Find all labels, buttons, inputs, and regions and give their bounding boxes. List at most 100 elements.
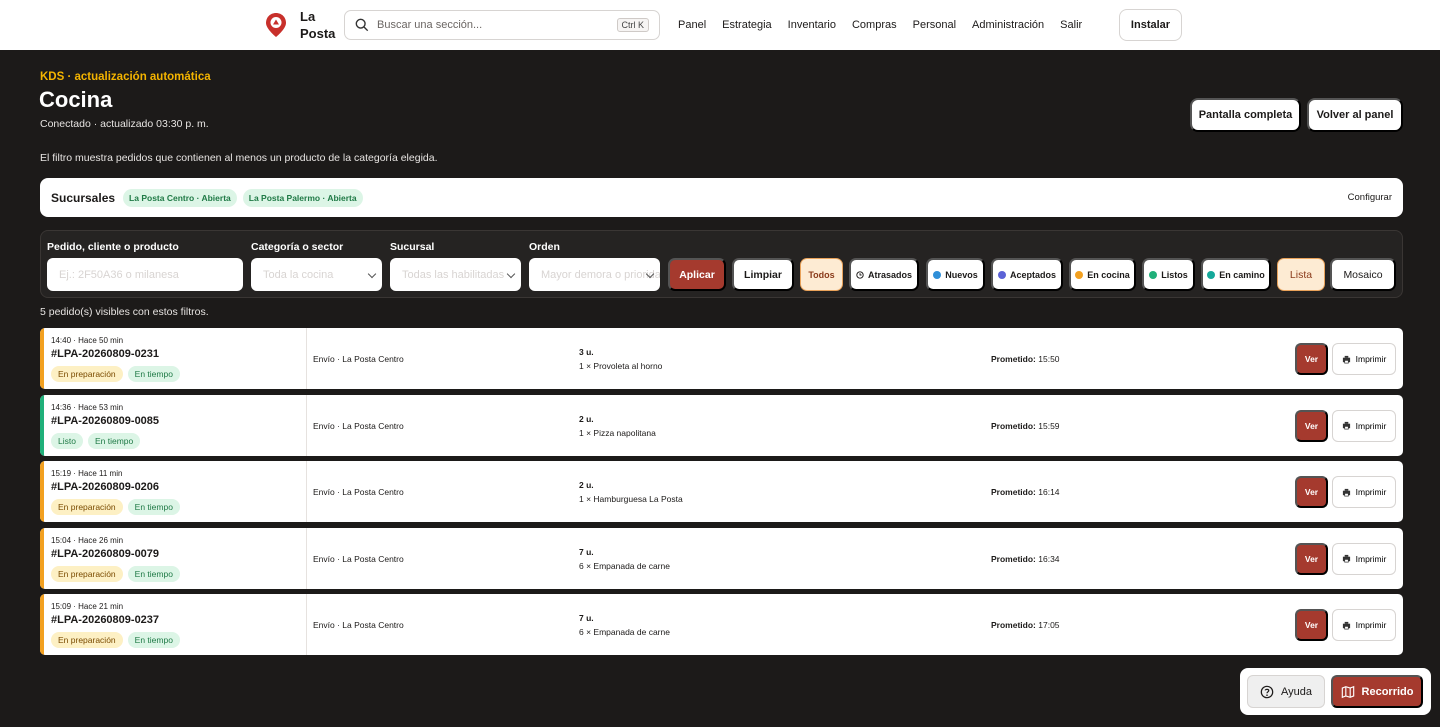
order-promised: Prometido: 16:14 — [991, 487, 1060, 497]
order-view-button[interactable]: Ver — [1295, 343, 1328, 375]
tour-button[interactable]: Recorrido — [1331, 675, 1423, 708]
chip-en-camino-label: En camino — [1219, 269, 1265, 280]
order-view-button[interactable]: Ver — [1295, 542, 1328, 575]
search-placeholder: Buscar una sección... — [377, 19, 483, 31]
order-print-label: Imprimir — [1355, 620, 1387, 630]
chip-todos[interactable]: Todos — [800, 258, 843, 291]
filters-panel: Pedido, cliente o producto Ej.: 2F50A36 … — [40, 230, 1403, 298]
chip-listos[interactable]: Listos — [1142, 258, 1195, 291]
branch-select[interactable]: Todas las habilitadas — [390, 258, 521, 291]
chip-nuevos[interactable]: Nuevos — [926, 258, 985, 291]
back-to-panel-button[interactable]: Volver al panel — [1307, 98, 1403, 132]
printer-icon — [1342, 621, 1350, 629]
order-status-badge: En preparación — [51, 632, 123, 648]
order-promised-label: Prometido: — [991, 354, 1036, 364]
category-select[interactable]: Toda la cocina — [251, 258, 382, 291]
brand[interactable]: La Posta — [264, 8, 340, 42]
order-promised: Prometido: 16:34 — [991, 554, 1060, 564]
printer-icon — [1342, 554, 1350, 563]
nav-link-salir[interactable]: Salir — [1052, 19, 1090, 31]
view-mosaic-button[interactable]: Mosaico — [1330, 258, 1396, 291]
install-button[interactable]: Instalar — [1119, 9, 1182, 41]
orders-list: 14:40 · Hace 50 min #LPA-20260809-0231 E… — [40, 328, 1403, 661]
teal-dot-icon — [1207, 270, 1216, 279]
order-print-label: Imprimir — [1355, 354, 1387, 364]
chip-en-camino[interactable]: En camino — [1201, 258, 1271, 291]
order-timing-badge: En tiempo — [87, 432, 141, 449]
order-item: 1 × Pizza napolitana — [579, 427, 656, 438]
order-print-label: Imprimir — [1355, 420, 1387, 431]
order-row[interactable]: 15:19 · Hace 11 min #LPA-20260809-0206 E… — [40, 461, 1403, 522]
order-divider — [306, 527, 307, 589]
branch-pill-palermo: La Posta Palermo · Abierta — [242, 188, 363, 207]
indigo-dot-icon — [997, 270, 1006, 279]
order-view-button[interactable]: Ver — [1295, 609, 1328, 641]
category-label: Categoría o sector — [251, 241, 344, 253]
help-label: Ayuda — [1281, 685, 1312, 698]
order-promised-label: Prometido: — [991, 620, 1036, 630]
order-code: #LPA-20260809-0079 — [51, 547, 160, 560]
search-input[interactable]: Buscar una sección... Ctrl K — [344, 10, 660, 40]
order-divider — [306, 394, 307, 456]
branch-label: Sucursal — [390, 241, 435, 253]
order-print-button[interactable]: Imprimir — [1332, 343, 1396, 375]
view-list-button[interactable]: Lista — [1277, 258, 1325, 291]
nav-link-administracion[interactable]: Administración — [964, 19, 1052, 31]
order-view-button[interactable]: Ver — [1295, 476, 1328, 508]
configure-branches-link[interactable]: Configurar — [1348, 192, 1392, 203]
order-print-button[interactable]: Imprimir — [1332, 542, 1396, 575]
order-status-accent — [40, 461, 44, 522]
visible-orders-count: 5 pedido(s) visibles con estos filtros. — [40, 306, 209, 318]
nav-link-panel[interactable]: Panel — [670, 19, 714, 31]
branch-select-value: Todas las habilitadas — [402, 268, 505, 281]
order-row[interactable]: 15:09 · Hace 21 min #LPA-20260809-0237 E… — [40, 594, 1403, 655]
blue-dot-icon — [933, 270, 942, 279]
order-label: Orden — [529, 241, 560, 253]
green-dot-icon — [1149, 270, 1158, 279]
apply-button[interactable]: Aplicar — [668, 258, 726, 291]
order-row[interactable]: 14:40 · Hace 50 min #LPA-20260809-0231 E… — [40, 328, 1403, 389]
help-button[interactable]: Ayuda — [1247, 675, 1325, 708]
filter-note: El filtro muestra pedidos que contienen … — [40, 152, 438, 164]
chip-en-cocina[interactable]: En cocina — [1069, 258, 1136, 291]
order-units: 7 u. — [579, 613, 594, 623]
order-status-accent — [40, 394, 44, 456]
order-item: 6 × Empanada de carne — [579, 627, 670, 637]
order-row[interactable]: 14:36 · Hace 53 min #LPA-20260809-0085 L… — [40, 394, 1403, 456]
order-view-button[interactable]: Ver — [1295, 409, 1328, 442]
order-promised: Prometido: 15:50 — [991, 354, 1060, 364]
order-promised-time: 17:05 — [1038, 620, 1060, 630]
query-input[interactable]: Ej.: 2F50A36 o milanesa — [47, 258, 243, 291]
order-print-button[interactable]: Imprimir — [1332, 409, 1396, 442]
order-time: 15:19 · Hace 11 min — [51, 469, 123, 478]
printer-icon — [1342, 488, 1350, 496]
clear-button[interactable]: Limpiar — [732, 258, 794, 291]
nav-link-inventario[interactable]: Inventario — [780, 19, 844, 31]
fullscreen-button[interactable]: Pantalla completa — [1190, 98, 1301, 132]
order-promised-time: 15:50 — [1038, 354, 1060, 364]
nav-link-compras[interactable]: Compras — [844, 19, 905, 31]
clock-icon — [856, 270, 864, 279]
order-status-badge: En preparación — [51, 499, 123, 515]
chip-en-cocina-label: En cocina — [1087, 269, 1130, 280]
nav-link-personal[interactable]: Personal — [905, 19, 964, 31]
nav-link-estrategia[interactable]: Estrategia — [714, 19, 780, 31]
order-print-button[interactable]: Imprimir — [1332, 476, 1396, 508]
order-item: 1 × Provoleta al horno — [579, 361, 663, 371]
order-status-accent — [40, 527, 44, 589]
order-time: 14:40 · Hace 50 min — [51, 336, 124, 345]
chip-todos-label: Todos — [808, 269, 835, 280]
order-units: 2 u. — [579, 480, 594, 490]
branches-card: Sucursales La Posta Centro · Abierta La … — [40, 178, 1403, 217]
order-divider — [306, 328, 307, 389]
chip-atrasados[interactable]: Atrasados — [849, 258, 919, 291]
order-item: 1 × Hamburguesa La Posta — [579, 494, 683, 504]
chip-aceptados[interactable]: Aceptados — [991, 258, 1063, 291]
search-icon — [355, 18, 369, 32]
order-print-button[interactable]: Imprimir — [1332, 609, 1396, 641]
page-eyebrow: KDS · actualización automática — [40, 71, 211, 83]
order-row[interactable]: 15:04 · Hace 26 min #LPA-20260809-0079 E… — [40, 527, 1403, 589]
brand-name: La Posta — [300, 9, 336, 41]
order-code: #LPA-20260809-0085 — [51, 414, 160, 427]
order-select[interactable]: Mayor demora o prioridad — [529, 258, 660, 291]
